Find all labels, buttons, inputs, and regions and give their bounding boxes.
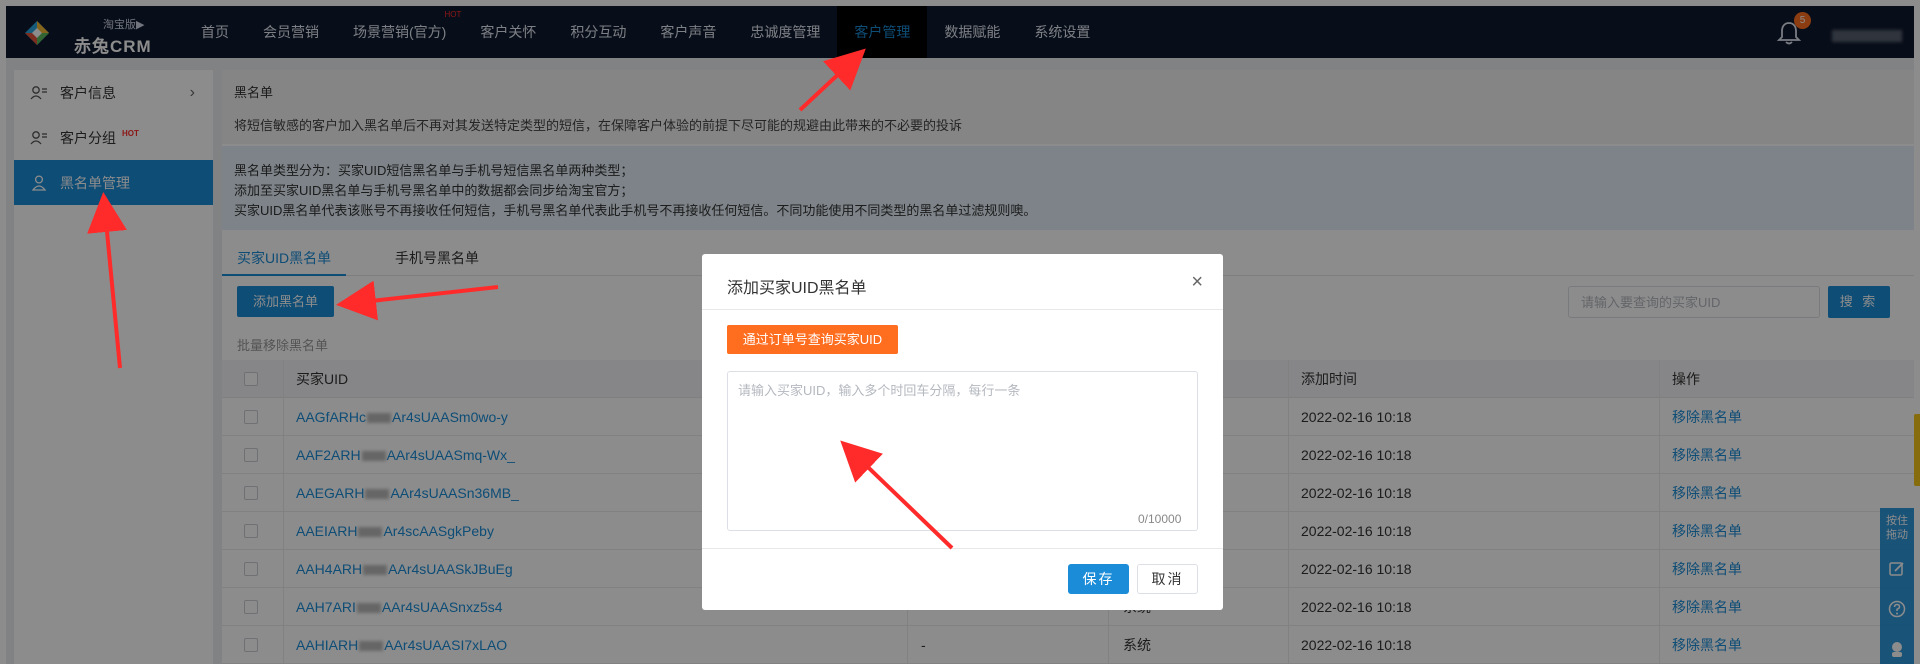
- query-uid-by-order-button[interactable]: 通过订单号查询买家UID: [727, 325, 898, 354]
- dialog-title: 添加买家UID黑名单: [727, 280, 867, 297]
- uid-textarea[interactable]: [727, 371, 1198, 531]
- add-uid-blacklist-dialog: 添加买家UID黑名单 × 通过订单号查询买家UID 0/10000 保存 取消: [702, 254, 1223, 610]
- close-icon[interactable]: ×: [1191, 272, 1203, 292]
- char-counter: 0/10000: [1138, 512, 1182, 526]
- divider: [702, 548, 1223, 549]
- save-button[interactable]: 保存: [1068, 564, 1129, 594]
- divider: [702, 309, 1223, 310]
- cancel-button[interactable]: 取消: [1137, 564, 1198, 594]
